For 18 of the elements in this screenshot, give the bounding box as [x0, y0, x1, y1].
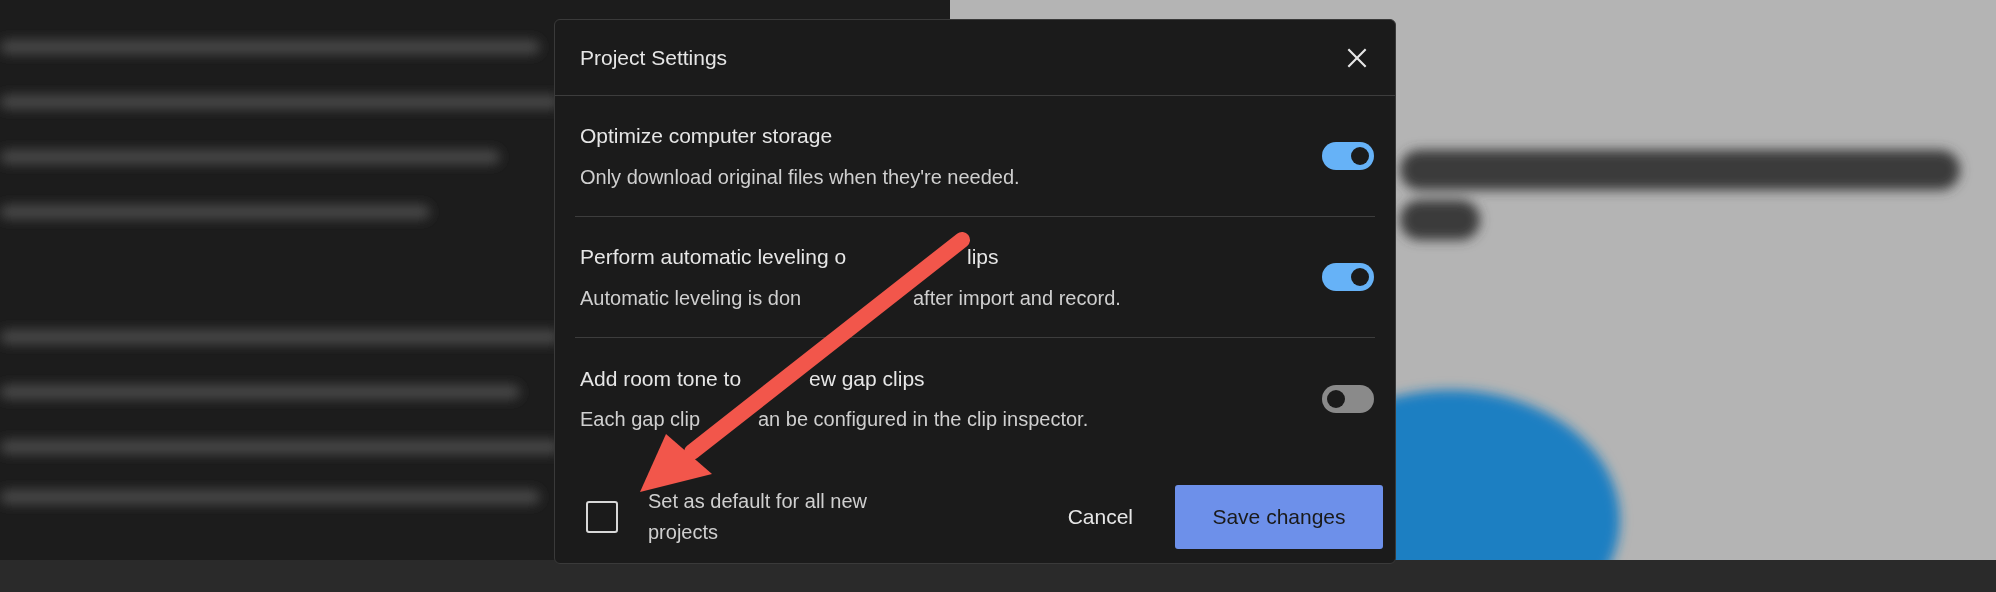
- setting-description: Each gap clip: [580, 408, 701, 431]
- setting-title: ew gap clips: [809, 365, 925, 392]
- setting-description: an be configured in the clip inspector.: [758, 407, 1089, 433]
- checkbox[interactable]: [586, 501, 618, 533]
- toggle-switch[interactable]: [1322, 384, 1374, 413]
- checkbox-label: Set as default for all new projects: [648, 489, 868, 545]
- toggle-switch[interactable]: [1322, 263, 1374, 291]
- save-button[interactable]: Save changes: [1175, 485, 1383, 549]
- setting-title: lips: [967, 244, 999, 271]
- setting-description: Automatic leveling is don: [580, 286, 802, 309]
- setting-description: after import and record.: [913, 285, 1121, 311]
- toggle-switch[interactable]: [1322, 142, 1374, 170]
- setting-title: Perform automatic leveling o: [580, 245, 847, 269]
- setting-title: Optimize computer storage: [580, 123, 833, 150]
- dialog-title: Project Settings: [580, 44, 728, 71]
- cancel-button[interactable]: Cancel: [1061, 491, 1139, 543]
- setting-description: Only download original files when they're needed.: [580, 164, 1020, 190]
- setting-title: Add room tone to: [580, 366, 742, 390]
